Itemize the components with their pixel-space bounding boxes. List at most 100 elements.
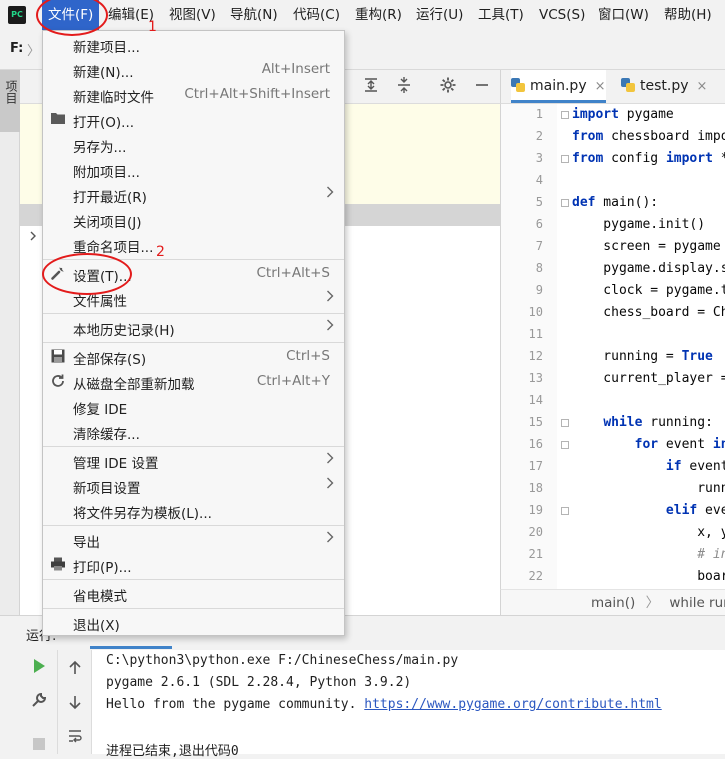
project-tool-tab[interactable]: 项目 xyxy=(0,70,20,132)
menu-item-shortcut: Ctrl+Alt+Shift+Insert xyxy=(184,86,330,102)
menu-item-label: 打开最近(R) xyxy=(73,190,147,206)
fold-marker-icon[interactable] xyxy=(561,111,569,119)
line-number: 16 xyxy=(528,437,543,451)
file-menu-item[interactable]: 新建项目... xyxy=(43,33,344,58)
gear-icon[interactable] xyxy=(437,76,459,98)
minimize-icon[interactable] xyxy=(471,76,493,98)
file-menu-dropdown: 新建项目... 新建(N)... Alt+Insert 新建临时文件 Ctrl+Alt+… xyxy=(42,30,345,636)
menu-navigate[interactable]: 导航(N) xyxy=(224,0,284,30)
fold-marker-icon[interactable] xyxy=(561,155,569,163)
file-menu-item[interactable]: 新建临时文件 Ctrl+Alt+Shift+Insert xyxy=(43,83,344,108)
line-number: 4 xyxy=(535,173,543,187)
console-link[interactable]: https://www.pygame.org/contribute.html xyxy=(364,697,661,712)
file-menu-item[interactable]: 将文件另存为模板(L)... xyxy=(43,499,344,524)
menu-item-label: 打印(P)... xyxy=(73,560,132,576)
folder-icon xyxy=(49,111,67,129)
file-menu-item[interactable]: 关闭项目(J) xyxy=(43,208,344,233)
code-editor[interactable]: 1 2 3 4 5 6 7 8 9 10 11 12 13 14 15 16 1… xyxy=(500,104,725,589)
close-icon[interactable]: × xyxy=(697,79,708,94)
run-toolbar-left xyxy=(20,650,58,754)
soft-wrap-icon[interactable] xyxy=(65,728,85,748)
menu-item-label: 全部保存(S) xyxy=(73,352,147,368)
line-number: 22 xyxy=(528,569,543,583)
file-menu-item[interactable]: 新建(N)... Alt+Insert xyxy=(43,58,344,83)
console-output[interactable]: C:\python3\python.exe F:/ChineseChess/ma… xyxy=(92,650,725,759)
file-menu-item[interactable]: 打印(P)... xyxy=(43,553,344,578)
breadcrumb-item[interactable]: main() xyxy=(591,595,635,611)
menu-view[interactable]: 视图(V) xyxy=(163,0,222,30)
file-menu-item[interactable]: 全部保存(S) Ctrl+S xyxy=(43,345,344,370)
line-number: 11 xyxy=(528,327,543,341)
fold-marker-icon[interactable] xyxy=(561,507,569,515)
arrow-up-icon[interactable] xyxy=(65,660,85,680)
code-line: for event in xyxy=(634,437,725,452)
menu-item-label: 省电模式 xyxy=(73,589,127,605)
expand-all-icon[interactable] xyxy=(360,76,382,98)
line-number: 21 xyxy=(528,547,543,561)
menu-item-label: 本地历史记录(H) xyxy=(73,323,175,339)
annotation-number-1: 1 xyxy=(148,19,157,35)
menu-tools[interactable]: 工具(T) xyxy=(472,0,530,30)
file-menu-item[interactable]: 退出(X) xyxy=(43,611,344,636)
code-line: boar xyxy=(572,569,725,584)
python-file-icon xyxy=(511,78,525,92)
file-menu-item[interactable]: 省电模式 xyxy=(43,582,344,607)
tab-label: main.py xyxy=(530,78,587,94)
menu-window[interactable]: 窗口(W) xyxy=(592,0,655,30)
menu-code[interactable]: 代码(C) xyxy=(287,0,346,30)
close-icon[interactable]: × xyxy=(595,79,606,94)
tab-test-py[interactable]: test.py × xyxy=(621,70,707,103)
stop-icon[interactable] xyxy=(29,736,49,756)
fold-marker-icon[interactable] xyxy=(561,441,569,449)
submenu-arrow-icon xyxy=(326,185,334,203)
breadcrumb-root[interactable]: F: xyxy=(10,41,23,56)
wrench-icon[interactable] xyxy=(29,692,49,712)
submenu-arrow-icon xyxy=(326,530,334,548)
reload-icon xyxy=(49,373,67,391)
tab-main-py[interactable]: main.py × xyxy=(511,70,606,103)
file-menu-item[interactable]: 打开(O)... xyxy=(43,108,344,133)
file-menu-item[interactable]: 本地历史记录(H) xyxy=(43,316,344,341)
code-line: # in xyxy=(697,547,725,562)
file-menu-item[interactable]: 附加项目... xyxy=(43,158,344,183)
play-icon[interactable] xyxy=(29,658,49,678)
menu-run[interactable]: 运行(U) xyxy=(410,0,469,30)
line-number: 9 xyxy=(535,283,543,297)
console-text: Hello from the pygame community. xyxy=(106,697,365,712)
file-menu-item[interactable]: 导出 xyxy=(43,528,344,553)
menu-separator xyxy=(43,525,344,526)
pycharm-logo-icon: PC xyxy=(8,6,26,24)
code-line: running = True xyxy=(572,349,713,364)
code-line: chess_board = Ch xyxy=(572,305,725,320)
fold-marker-icon[interactable] xyxy=(561,419,569,427)
file-menu-item[interactable]: 打开最近(R) xyxy=(43,183,344,208)
tree-expand-icon[interactable] xyxy=(28,230,38,245)
breadcrumb-item[interactable]: while runn xyxy=(669,595,725,611)
file-menu-item[interactable]: 修复 IDE xyxy=(43,395,344,420)
code-line: def main(): xyxy=(572,195,659,210)
run-tab-indicator xyxy=(90,646,172,649)
menu-item-label: 导出 xyxy=(73,535,100,551)
code-line: pygame.display.s xyxy=(572,261,725,276)
code-line: import pygame xyxy=(572,107,674,122)
collapse-all-icon[interactable] xyxy=(393,76,415,98)
menu-help[interactable]: 帮助(H) xyxy=(658,0,718,30)
code-line: runn xyxy=(572,481,725,496)
console-exit-line: 进程已结束,退出代码0 xyxy=(106,744,239,759)
menu-vcs[interactable]: VCS(S) xyxy=(533,0,591,30)
file-menu-item[interactable]: 从磁盘全部重新加载 Ctrl+Alt+Y xyxy=(43,370,344,395)
menu-item-label: 将文件另存为模板(L)... xyxy=(73,506,212,522)
file-menu-item[interactable]: 管理 IDE 设置 xyxy=(43,449,344,474)
fold-marker-icon[interactable] xyxy=(561,199,569,207)
annotation-ellipse-2 xyxy=(42,253,132,295)
line-number: 5 xyxy=(535,195,543,209)
menu-refactor[interactable]: 重构(R) xyxy=(349,0,408,30)
file-menu-item[interactable]: 清除缓存... xyxy=(43,420,344,445)
menu-item-label: 新建项目... xyxy=(73,40,140,56)
print-icon xyxy=(49,556,67,574)
line-number-gutter: 1 2 3 4 5 6 7 8 9 10 11 12 13 14 15 16 1… xyxy=(501,104,557,589)
file-menu-item[interactable]: 另存为... xyxy=(43,133,344,158)
file-menu-item[interactable]: 新项目设置 xyxy=(43,474,344,499)
arrow-down-icon[interactable] xyxy=(65,694,85,714)
console-line: Hello from the pygame community. https:/… xyxy=(106,697,662,712)
